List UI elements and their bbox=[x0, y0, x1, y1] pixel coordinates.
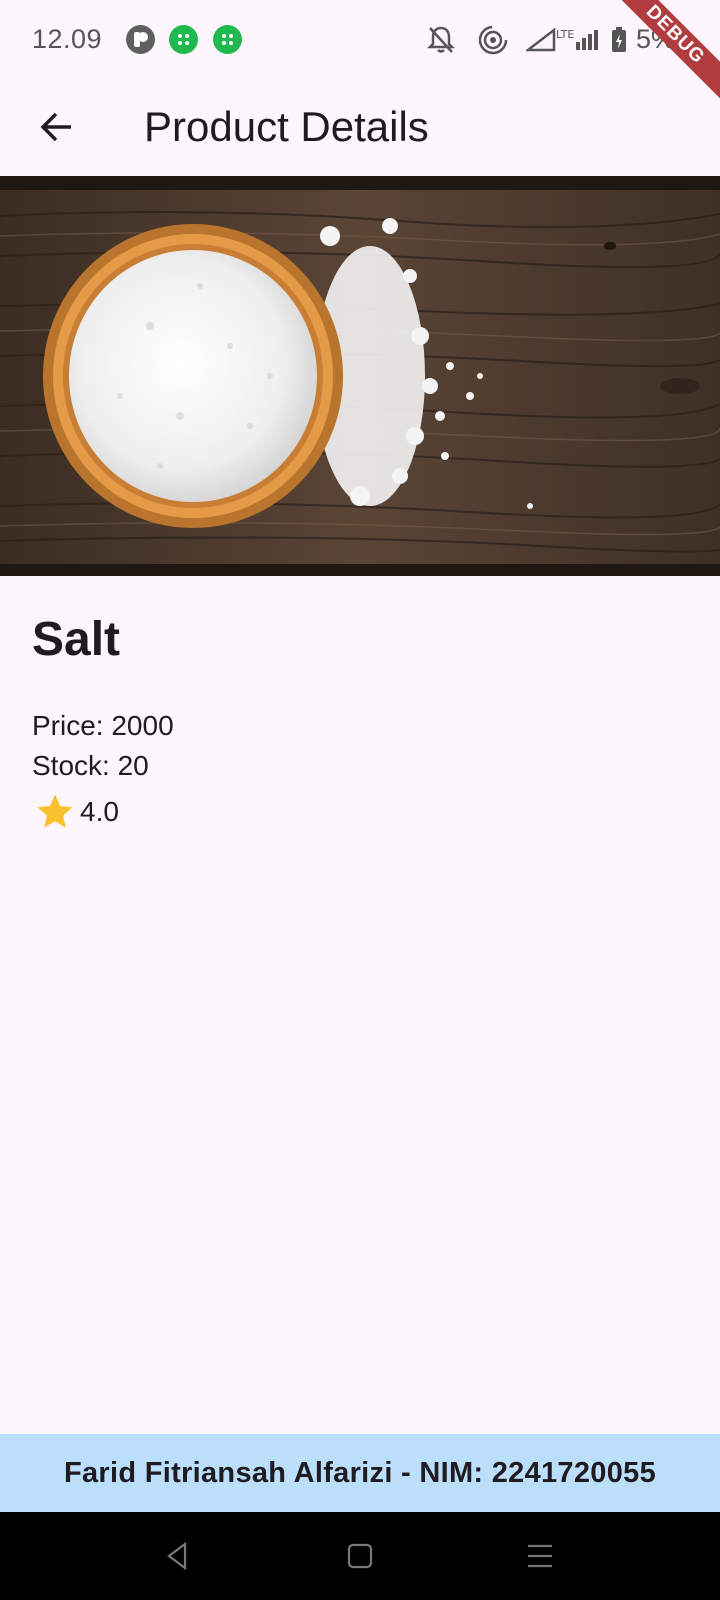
app-bar: Product Details bbox=[0, 82, 720, 174]
star-icon bbox=[37, 794, 73, 828]
hotspot-icon bbox=[476, 22, 510, 58]
product-price: Price: 2000 bbox=[32, 710, 174, 741]
footer-text: Farid Fitriansah Alfarizi - NIM: 2241720… bbox=[63, 1456, 657, 1489]
footer-bar: Farid Fitriansah Alfarizi - NIM: 2241720… bbox=[0, 1434, 720, 1512]
app-notification-icon bbox=[169, 25, 198, 54]
product-image bbox=[0, 176, 720, 576]
home-square-icon bbox=[347, 1543, 373, 1569]
nav-home-button[interactable] bbox=[336, 1532, 384, 1580]
product-name: Salt bbox=[32, 613, 121, 666]
nav-back-button[interactable] bbox=[154, 1532, 202, 1580]
system-nav-bar bbox=[0, 1512, 720, 1600]
nav-menu-button[interactable] bbox=[516, 1532, 564, 1580]
signal-icon bbox=[524, 22, 556, 58]
menu-lines-icon bbox=[528, 1544, 552, 1568]
status-time: 12.09 bbox=[32, 24, 103, 54]
app-notification-icon bbox=[126, 25, 155, 54]
rating-value: 4.0 bbox=[80, 796, 119, 827]
page-title: Product Details bbox=[144, 103, 429, 150]
lte-signal-icon: LTE bbox=[556, 22, 600, 58]
back-button[interactable] bbox=[26, 96, 88, 158]
notifications-off-icon bbox=[426, 22, 456, 58]
svg-text:LTE: LTE bbox=[556, 28, 574, 41]
screen: 12.09 LTE 5% DEBUG Product Details Salt … bbox=[0, 0, 720, 1600]
app-notification-icon bbox=[213, 25, 242, 54]
battery-charging-icon bbox=[609, 22, 629, 58]
product-rating: 4.0 bbox=[34, 790, 119, 834]
status-bar: 12.09 LTE 5% bbox=[0, 0, 720, 82]
product-stock: Stock: 20 bbox=[32, 750, 149, 781]
back-triangle-icon bbox=[167, 1541, 187, 1571]
arrow-back-icon bbox=[40, 112, 71, 142]
